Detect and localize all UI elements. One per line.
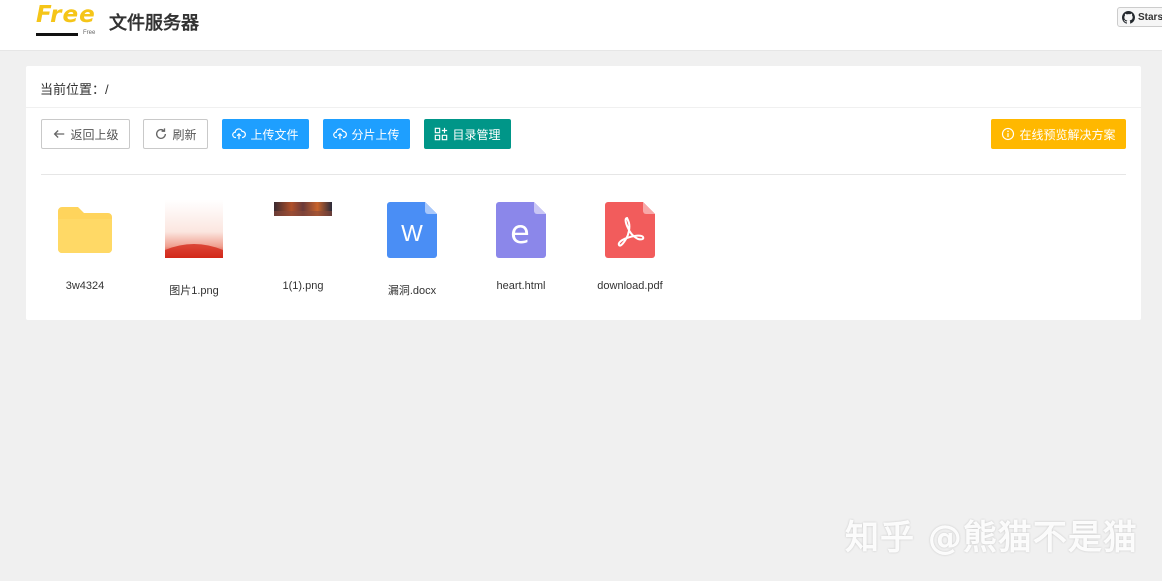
- logo[interactable]: Free: [36, 2, 96, 28]
- file-item-html[interactable]: e heart.html: [471, 200, 571, 300]
- upload-file-button[interactable]: 上传文件: [222, 119, 309, 149]
- github-stars-button[interactable]: Stars: [1117, 7, 1162, 27]
- pdf-file-icon: [605, 202, 655, 258]
- directory-manage-button[interactable]: 目录管理: [424, 119, 511, 149]
- breadcrumb-label: 当前位置：: [40, 82, 106, 97]
- file-item-pdf[interactable]: download.pdf: [580, 200, 680, 300]
- card-divider: [26, 107, 1141, 108]
- file-name: download.pdf: [597, 280, 663, 292]
- arrow-left-icon: [54, 130, 65, 138]
- grid-add-icon: [435, 127, 448, 141]
- github-icon: [1122, 10, 1135, 24]
- toolbar-divider: [41, 174, 1126, 175]
- upload-file-label: 上传文件: [250, 127, 299, 142]
- file-name: 1(1).png: [282, 280, 324, 292]
- svg-text:e: e: [510, 213, 530, 251]
- watermark: 知乎 @熊猫不是猫: [845, 518, 1138, 558]
- app-title: 文件服务器: [109, 13, 199, 33]
- file-name: 3w4324: [65, 280, 105, 292]
- file-item-image[interactable]: 图片1.png: [144, 200, 244, 300]
- back-button-label: 返回上级: [70, 127, 119, 142]
- cloud-upload-icon: [232, 128, 247, 140]
- refresh-icon: [156, 128, 167, 139]
- online-preview-solution-label: 在线预览解决方案: [1019, 127, 1116, 142]
- stars-label: Stars: [1138, 11, 1162, 23]
- file-name: heart.html: [496, 280, 546, 292]
- html-file-icon: e: [496, 202, 546, 258]
- folder-icon: [58, 207, 112, 253]
- word-doc-icon: W: [387, 202, 437, 258]
- info-circle-icon: [1002, 127, 1015, 141]
- image-thumbnail: [274, 202, 332, 216]
- refresh-button-label: 刷新: [172, 127, 197, 142]
- breadcrumb: 当前位置：/: [40, 79, 109, 98]
- logo-subtext: Free: [83, 30, 96, 36]
- refresh-button[interactable]: 刷新: [143, 119, 208, 149]
- logo-underline: [36, 33, 78, 36]
- image-thumbnail: [165, 200, 223, 258]
- file-item-image[interactable]: 1(1).png: [253, 200, 353, 300]
- online-preview-solution-button[interactable]: 在线预览解决方案: [991, 119, 1126, 149]
- cloud-upload-icon: [333, 128, 348, 140]
- file-item-folder[interactable]: 3w4324: [35, 200, 135, 300]
- file-browser-card: 当前位置：/ 返回上级 刷新 上传文件 分片上传 目录管理 在线预览解决方案 3…: [26, 66, 1141, 320]
- back-button[interactable]: 返回上级: [41, 119, 130, 149]
- chunk-upload-label: 分片上传: [351, 127, 400, 142]
- top-bar: Free Free 文件服务器 Stars: [0, 0, 1162, 51]
- breadcrumb-path[interactable]: /: [105, 82, 109, 97]
- file-name: 漏洞.docx: [387, 285, 437, 297]
- svg-text:W: W: [401, 220, 423, 246]
- file-name: 图片1.png: [169, 285, 219, 297]
- file-item-docx[interactable]: W 漏洞.docx: [362, 200, 462, 300]
- chunk-upload-button[interactable]: 分片上传: [323, 119, 410, 149]
- directory-manage-label: 目录管理: [452, 127, 501, 142]
